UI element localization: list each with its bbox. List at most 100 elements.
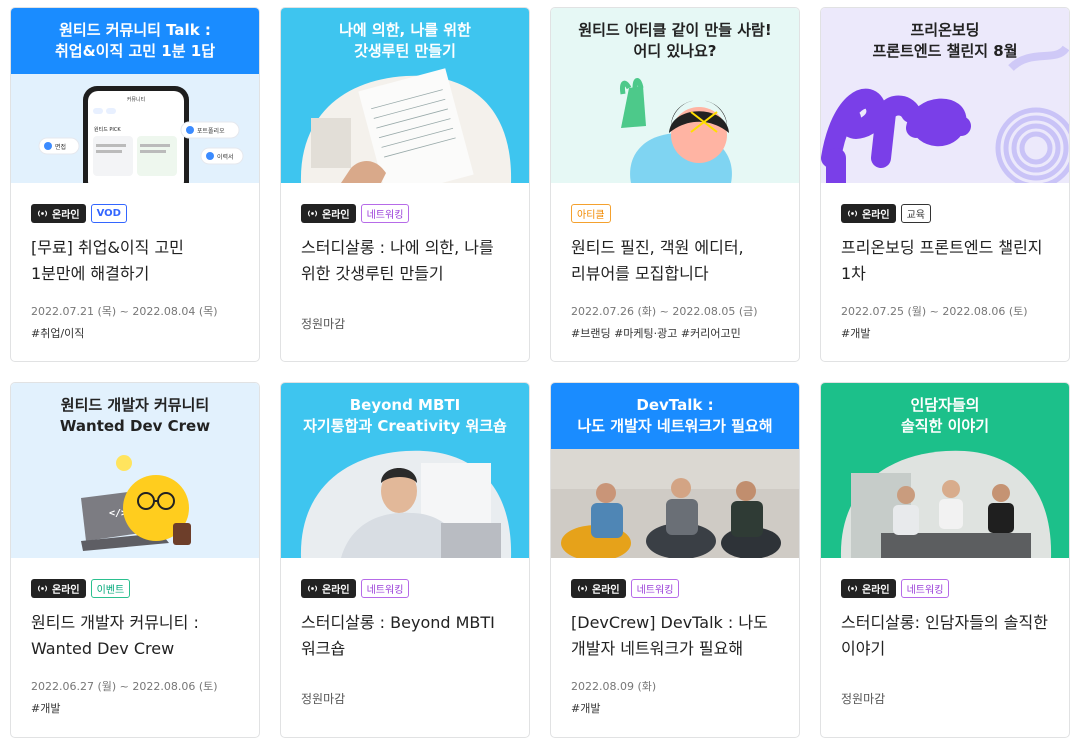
online-label: 온라인 <box>322 584 350 596</box>
event-title: 스터디살롱: 인담자들의 솔직한 이야기 <box>841 613 1048 658</box>
event-card-career-talk[interactable]: 커뮤니티 원티드 PICK 면접 포트폴리오 이력서 원티드 커뮤니티 Talk… <box>10 7 260 362</box>
card-banner: </> 원티드 개발자 커뮤니티 Wanted Dev Crew <box>11 383 259 558</box>
tag-row: 온라인 네트워킹 <box>301 578 509 598</box>
event-card-grid: 커뮤니티 원티드 PICK 면접 포트폴리오 이력서 원티드 커뮤니티 Talk… <box>0 0 1080 747</box>
event-title: [무료] 취업&이직 고민 1분만에 해결하기 <box>31 238 184 283</box>
online-label: 온라인 <box>52 209 80 221</box>
event-card-beyond-mbti[interactable]: Beyond MBTI 자기통합과 Creativity 워크숍 온라인 네트워… <box>280 382 530 738</box>
banner-line: Beyond MBTI <box>349 396 461 414</box>
banner-line: 인담자들의 <box>910 396 980 414</box>
event-card-devtalk[interactable]: DevTalk : 나도 개발자 네트워크가 필요해 온라인 네트워킹 [Dev… <box>550 382 800 738</box>
event-title: 프리온보딩 프론트엔드 챌린지 1차 <box>841 238 1043 283</box>
tag-row: 온라인 네트워킹 <box>841 578 1049 598</box>
online-tag: 온라인 <box>31 203 86 223</box>
online-tag: 온라인 <box>841 578 896 598</box>
category-tag: 네트워킹 <box>900 578 950 598</box>
event-hashtags: #개발 <box>31 702 61 715</box>
category-tag: 네트워킹 <box>360 578 410 598</box>
broadcast-icon <box>37 209 48 217</box>
event-title: 원티드 개발자 커뮤니티 : Wanted Dev Crew <box>31 613 199 658</box>
banner-line: 원티드 아티클 같이 만들 사람! <box>578 21 772 39</box>
chip-portfolio: 포트폴리오 <box>197 127 225 135</box>
category-tag: 아티클 <box>571 203 611 223</box>
event-date: 2022.07.26 (화) ~ 2022.08.05 (금) <box>571 305 758 318</box>
online-tag: 온라인 <box>301 203 356 223</box>
card-banner: 나에 의한, 나를 위한 갓생루틴 만들기 <box>281 8 529 183</box>
card-banner: 원티드 아티클 같이 만들 사람! 어디 있나요? <box>551 8 799 183</box>
online-tag: 온라인 <box>571 578 626 598</box>
event-title: 스터디살롱 : 나에 의한, 나를 위한 갓생루틴 만들기 <box>301 238 494 283</box>
banner-line: 나에 의한, 나를 위한 <box>339 21 471 39</box>
banner-line: 갓생루틴 만들기 <box>354 42 456 60</box>
event-card-article-writers[interactable]: 원티드 아티클 같이 만들 사람! 어디 있나요? 아티클 원티드 필진, 객원… <box>550 7 800 362</box>
banner-line: DevTalk : <box>636 396 714 414</box>
event-date: 2022.07.21 (목) ~ 2022.08.04 (목) <box>31 305 218 318</box>
event-hashtags: #취업/이직 <box>31 327 85 340</box>
banner-title: 프리온보딩 프론트엔드 챌린지 8월 <box>821 8 1069 74</box>
tag-row: 온라인 네트워킹 <box>571 578 779 598</box>
banner-line: 어디 있나요? <box>633 42 717 60</box>
category-tag: VOD <box>90 203 127 223</box>
banner-line: 나도 개발자 네트워크가 필요해 <box>577 417 773 435</box>
banner-line: Wanted Dev Crew <box>59 417 211 435</box>
tag-row: 아티클 <box>571 203 779 223</box>
online-label: 온라인 <box>52 584 80 596</box>
chip-interview: 면접 <box>55 143 66 151</box>
online-label: 온라인 <box>322 209 350 221</box>
banner-line: 취업&이직 고민 1분 1답 <box>54 42 216 60</box>
banner-line: 원티드 커뮤니티 Talk : <box>59 21 211 39</box>
category-tag: 교육 <box>900 203 932 223</box>
broadcast-icon <box>307 209 318 217</box>
online-label: 온라인 <box>592 584 620 596</box>
card-banner: 프리온보딩 프론트엔드 챌린지 8월 <box>821 8 1069 183</box>
broadcast-icon <box>847 584 858 592</box>
online-label: 온라인 <box>862 584 890 596</box>
phone-section: 원티드 PICK <box>94 126 121 133</box>
event-card-hr-talk[interactable]: 인담자들의 솔직한 이야기 온라인 네트워킹 스터디살롱: 인담자들의 솔직한 … <box>820 382 1070 738</box>
card-banner: 인담자들의 솔직한 이야기 <box>821 383 1069 558</box>
event-card-godlife-routine[interactable]: 나에 의한, 나를 위한 갓생루틴 만들기 온라인 네트워킹 스터디살롱 : 나… <box>280 7 530 362</box>
banner-title: 나에 의한, 나를 위한 갓생루틴 만들기 <box>281 8 529 74</box>
event-title: [DevCrew] DevTalk : 나도 개발자 네트워크가 필요해 <box>571 613 768 658</box>
online-label: 온라인 <box>862 209 890 221</box>
tag-row: 온라인 교육 <box>841 203 1049 223</box>
banner-title: DevTalk : 나도 개발자 네트워크가 필요해 <box>551 383 799 449</box>
banner-title: Beyond MBTI 자기통합과 Creativity 워크숍 <box>281 383 529 449</box>
event-card-dev-crew[interactable]: </> 원티드 개발자 커뮤니티 Wanted Dev Crew 온라인 이벤트… <box>10 382 260 738</box>
banner-line: 프리온보딩 <box>910 21 980 39</box>
tag-row: 온라인 VOD <box>31 203 239 223</box>
tag-row: 온라인 네트워킹 <box>301 203 509 223</box>
broadcast-icon <box>307 584 318 592</box>
broadcast-icon <box>37 584 48 592</box>
event-date: 2022.06.27 (월) ~ 2022.08.06 (토) <box>31 680 218 693</box>
banner-title: 원티드 개발자 커뮤니티 Wanted Dev Crew <box>11 383 259 449</box>
event-date: 2022.08.09 (화) <box>571 680 657 693</box>
category-tag: 이벤트 <box>90 578 131 598</box>
card-banner: DevTalk : 나도 개발자 네트워크가 필요해 <box>551 383 799 558</box>
event-date: 2022.07.25 (월) ~ 2022.08.06 (토) <box>841 305 1028 318</box>
event-hashtags: #개발 <box>571 702 601 715</box>
event-title: 스터디살롱 : Beyond MBTI 워크숍 <box>301 613 495 658</box>
event-hashtags: #개발 <box>841 327 871 340</box>
event-title: 원티드 필진, 객원 에디터, 리뷰어를 모집합니다 <box>571 238 744 283</box>
banner-title: 원티드 아티클 같이 만들 사람! 어디 있나요? <box>551 8 799 74</box>
category-tag: 네트워킹 <box>360 203 410 223</box>
card-banner: Beyond MBTI 자기통합과 Creativity 워크숍 <box>281 383 529 558</box>
status-closed: 정원마감 <box>301 317 346 331</box>
online-tag: 온라인 <box>31 578 86 598</box>
online-tag: 온라인 <box>841 203 896 223</box>
banner-title: 원티드 커뮤니티 Talk : 취업&이직 고민 1분 1답 <box>11 8 259 74</box>
broadcast-icon <box>577 584 588 592</box>
card-banner: 커뮤니티 원티드 PICK 면접 포트폴리오 이력서 원티드 커뮤니티 Talk… <box>11 8 259 183</box>
status-closed: 정원마감 <box>301 692 346 706</box>
broadcast-icon <box>847 209 858 217</box>
banner-line: 자기통합과 Creativity 워크숍 <box>303 417 507 435</box>
event-card-preonboarding-frontend[interactable]: 프리온보딩 프론트엔드 챌린지 8월 온라인 교육 프리온보딩 프론트엔드 챌린… <box>820 7 1070 362</box>
phone-header: 커뮤니티 <box>127 96 145 103</box>
banner-title: 인담자들의 솔직한 이야기 <box>821 383 1069 449</box>
banner-line: 솔직한 이야기 <box>900 417 990 435</box>
banner-line: 원티드 개발자 커뮤니티 <box>60 396 210 414</box>
online-tag: 온라인 <box>301 578 356 598</box>
chip-resume: 이력서 <box>217 153 234 161</box>
event-hashtags: #브랜딩 #마케팅·광고 #커리어고민 <box>571 327 741 340</box>
